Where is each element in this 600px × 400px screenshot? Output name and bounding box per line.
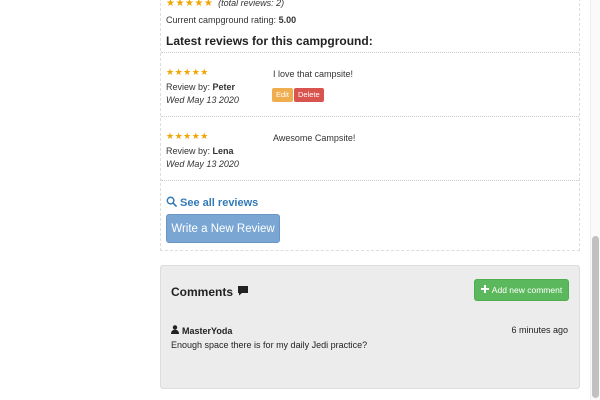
rating-value: 5.00	[278, 15, 297, 25]
latest-reviews-title: Latest reviews for this campground:	[166, 34, 373, 48]
comments-panel: Comments Add new comment MasterYoda 6 mi…	[160, 265, 580, 389]
comment-author: MasterYoda	[171, 325, 232, 336]
comment-text: Enough space there is for my daily Jedi …	[171, 340, 368, 350]
add-comment-label: Add new comment	[491, 285, 563, 295]
review-author-name: Lena	[212, 146, 234, 156]
see-all-reviews-label: See all reviews	[180, 197, 259, 209]
plus-icon	[480, 285, 489, 295]
review-author-name: Peter	[212, 82, 236, 92]
review-text: I love that campsite!	[273, 69, 354, 79]
review-by-label: Review by:	[166, 82, 213, 92]
current-rating: Current campground rating: 5.00	[166, 15, 296, 25]
review-stars: ★★★★★	[166, 67, 209, 77]
add-comment-button[interactable]: Add new comment	[474, 279, 569, 301]
review-stars: ★★★★★	[166, 131, 209, 141]
write-review-button[interactable]: Write a New Review	[166, 214, 280, 243]
reviews-panel: ★★★★★ (total reviews: 2) Current campgro…	[160, 0, 580, 251]
see-all-reviews-link[interactable]: See all reviews	[166, 196, 258, 210]
delete-review-button[interactable]: Delete	[294, 88, 324, 102]
summary-stars: ★★★★★	[166, 0, 214, 9]
review-item: ★★★★★ Review by: Lena Wed May 13 2020 Aw…	[161, 116, 579, 180]
rating-label: Current campground rating:	[166, 15, 279, 25]
comment-time: 6 minutes ago	[511, 325, 568, 335]
search-icon	[166, 196, 177, 210]
review-author: Review by: Peter	[166, 82, 235, 92]
user-icon	[171, 325, 179, 336]
review-text: Awesome Campsite!	[273, 133, 356, 143]
review-divider	[161, 180, 579, 181]
scrollbar-thumb[interactable]	[592, 236, 599, 398]
comments-title: Comments	[171, 285, 234, 299]
comments-header: Comments	[171, 285, 249, 299]
page-scrollbar[interactable]	[590, 0, 600, 400]
review-date: Wed May 13 2020	[166, 95, 239, 105]
review-date: Wed May 13 2020	[166, 159, 239, 169]
comment-icon	[237, 285, 249, 299]
review-author: Review by: Lena	[166, 146, 234, 156]
edit-review-button[interactable]: Edit	[272, 88, 293, 102]
comment-author-name: MasterYoda	[182, 325, 233, 336]
total-reviews: (total reviews: 2)	[218, 0, 285, 8]
review-by-label: Review by:	[166, 146, 213, 156]
rating-summary: ★★★★★ (total reviews: 2)	[166, 0, 284, 9]
review-item: ★★★★★ Review by: Peter Wed May 13 2020 I…	[161, 52, 579, 116]
